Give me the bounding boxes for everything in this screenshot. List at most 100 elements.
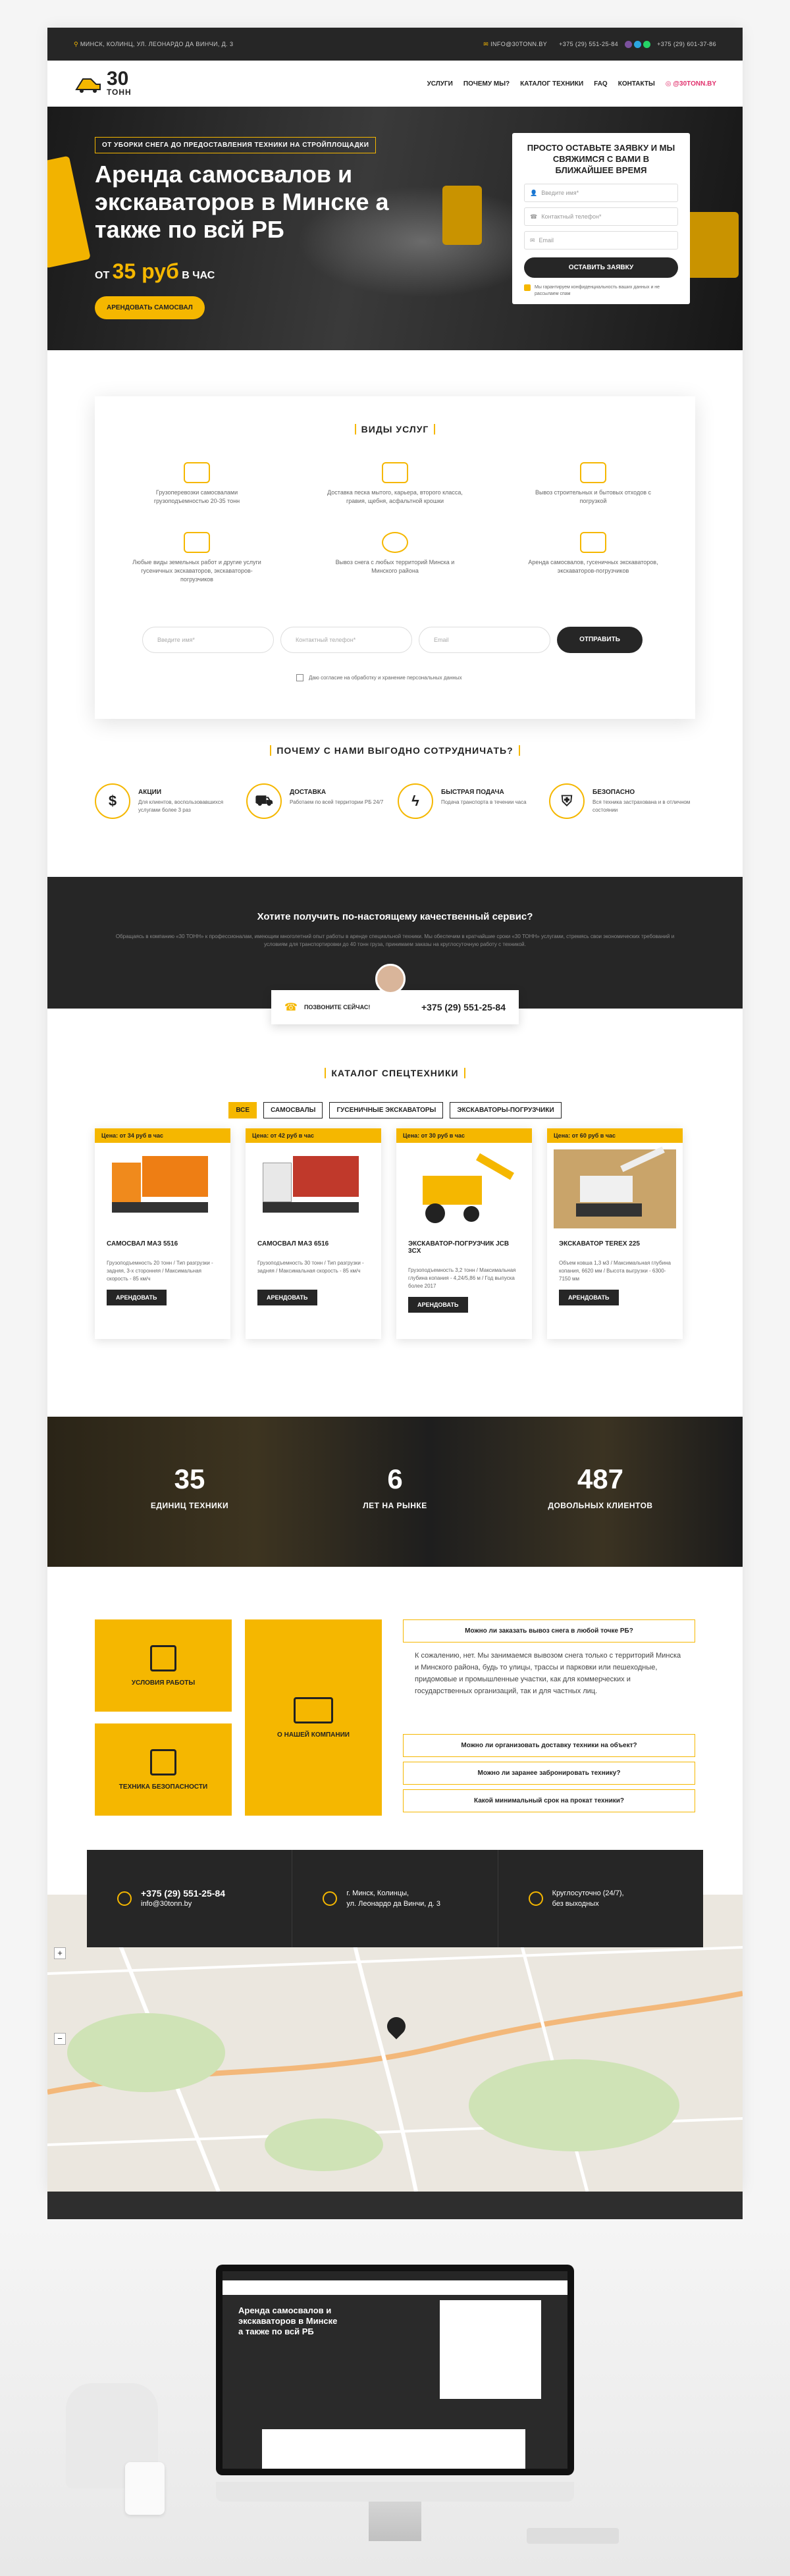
landing-page: ⚲ МИНСК, КОЛИНЦ, УЛ. ЛЕОНАРДО ДА ВИНЧИ, … xyxy=(47,28,743,2192)
tab-crawler-excavators[interactable]: ГУСЕНИЧНЫЕ ЭКСКАВАТОРЫ xyxy=(329,1102,444,1118)
monitor-frame: Аренда самосвалов и экскаваторов в Минск… xyxy=(216,2265,574,2475)
faq-question-open[interactable]: Можно ли заказать вывоз снега в любой то… xyxy=(403,1619,695,1643)
contact-address-line2: ул. Леонардо да Винчи, д. 3 xyxy=(346,1900,441,1908)
agree-label: Даю согласие на обработку и хранение пер… xyxy=(309,675,462,681)
rent-button[interactable]: АРЕНДОВАТЬ xyxy=(257,1290,317,1305)
call-now-label: ПОЗВОНИТЕ СЕЙЧАС! xyxy=(303,1004,371,1011)
contact-phone-number[interactable]: +375 (29) 551-25-84 xyxy=(141,1888,225,1899)
contact-hours-line2: без выходных xyxy=(552,1900,599,1908)
excavator-arm-image xyxy=(47,155,91,269)
contact-address-line1: г. Минск, Колинцы, xyxy=(346,1889,409,1897)
waste-truck-icon xyxy=(580,462,606,483)
contact-address: г. Минск, Колинцы, ул. Леонардо да Винчи,… xyxy=(292,1850,498,1947)
safety-tile[interactable]: ТЕХНИКА БЕЗОПАСНОСТИ xyxy=(95,1723,232,1816)
why-item: $ АКЦИИ Для клиентов, воспользовавшихся ус… xyxy=(95,783,246,819)
price-from: ОТ xyxy=(95,270,110,281)
faq-question[interactable]: Можно ли организовать доставку техники н… xyxy=(403,1734,695,1757)
rent-truck-button[interactable]: АРЕНДОВАТЬ САМОСВАЛ xyxy=(95,296,205,319)
faq-question[interactable]: Какой минимальный срок на прокат техники… xyxy=(403,1789,695,1812)
faq-question-text: Какой минимальный срок на прокат техники… xyxy=(473,1797,625,1804)
tab-all[interactable]: ВСЕ xyxy=(228,1102,257,1118)
clipboard-icon xyxy=(150,1644,176,1671)
bolt-icon: ϟ xyxy=(398,783,433,819)
phone-icon: ☎ xyxy=(284,1002,298,1013)
monitor-screen: Аренда самосвалов и экскаваторов в Минск… xyxy=(223,2271,567,2469)
user-icon: 👤 xyxy=(530,189,538,196)
menu-why[interactable]: ПОЧЕМУ МЫ? xyxy=(463,80,510,88)
why-item: ⛨ БЕЗОПАСНО Вся техника застрахована и в о… xyxy=(549,783,700,819)
shield-icon: ⛨ xyxy=(549,783,585,819)
form-phone-input[interactable]: ☎ Контактный телефон* xyxy=(524,207,678,226)
service-text: Любые виды земельных работ и другие услу… xyxy=(132,559,261,583)
truck-icon: ⛟ xyxy=(246,783,282,819)
form-email-input[interactable]: ✉ Email xyxy=(524,231,678,250)
rent-button[interactable]: АРЕНДОВАТЬ xyxy=(559,1290,619,1305)
logo[interactable]: 30 ТОНН xyxy=(74,69,132,97)
call-now-phone[interactable]: +375 (29) 551-25-84 xyxy=(421,1002,506,1012)
form-consent: Мы гарантируем конфиденциальность ваших … xyxy=(535,285,660,296)
product-name: САМОСВАЛ МАЗ 6516 xyxy=(257,1240,329,1248)
work-conditions-tile[interactable]: УСЛОВИЯ РАБОТЫ xyxy=(95,1619,232,1712)
hero-tag: ОТ УБОРКИ СНЕГА ДО ПРЕДОСТАВЛЕНИЯ ТЕХНИК… xyxy=(95,137,377,153)
hero-price: ОТ 35 руб В ЧАС xyxy=(95,259,215,284)
whatsapp-icon[interactable] xyxy=(643,40,651,48)
menu-catalog[interactable]: КАТАЛОГ ТЕХНИКИ xyxy=(520,80,583,88)
product-desc: Объем ковша 1,3 м3 / Максимальная глубин… xyxy=(559,1260,671,1282)
faq-question[interactable]: Можно ли заранее забронировать технику? xyxy=(403,1762,695,1785)
services-phone-input[interactable]: Контактный телефон* xyxy=(280,627,412,653)
services-email-input[interactable]: Email xyxy=(419,627,550,653)
form-name-placeholder: Введите имя* xyxy=(541,190,579,196)
faq-question-text: Можно ли заказать вывоз снега в любой то… xyxy=(465,1627,633,1635)
agree-checkbox[interactable] xyxy=(296,674,303,681)
rent-button[interactable]: АРЕНДОВАТЬ xyxy=(408,1297,468,1313)
top-email[interactable]: INFO@30TONN.BY xyxy=(490,41,547,47)
service-item: Аренда самосвалов, гусеничных экскаватор… xyxy=(524,532,662,575)
send-button[interactable]: ОТПРАВИТЬ xyxy=(557,627,643,653)
menu-contacts[interactable]: КОНТАКТЫ xyxy=(618,80,655,88)
product-name: ЭКСКАВАТОР-ПОГРУЗЧИК JCB 3CX xyxy=(408,1240,510,1255)
services-title: ВИДЫ УСЛУГ xyxy=(95,424,695,434)
stat-number: 6 xyxy=(387,1463,403,1494)
tab-dump-trucks[interactable]: САМОСВАЛЫ xyxy=(263,1102,323,1118)
dollar-icon: $ xyxy=(95,783,130,819)
speaker-decor xyxy=(125,2462,165,2515)
price-unit: В ЧАС xyxy=(182,270,215,281)
submit-request-button[interactable]: ОСТАВИТЬ ЗАЯВКУ xyxy=(524,257,678,278)
top-phone-2[interactable]: +375 (29) 601-37-86 xyxy=(657,41,716,47)
product-name: ЭКСКАВАТОР TEREX 225 xyxy=(559,1240,640,1248)
call-now-box: ☎ ПОЗВОНИТЕ СЕЙЧАС! +375 (29) 551-25-84 xyxy=(271,990,519,1024)
instagram-link[interactable]: ◎ @30TONN.BY xyxy=(666,80,716,88)
stat-number: 35 xyxy=(174,1463,205,1494)
top-phone-1[interactable]: +375 (29) 551-25-84 xyxy=(559,41,618,47)
location-icon: ⚲ xyxy=(74,40,78,47)
top-address: МИНСК, КОЛИНЦ, УЛ. ЛЕОНАРДО ДА ВИНЧИ, Д.… xyxy=(80,41,234,47)
service-text: Вывоз строительных и бытовых отходов с п… xyxy=(535,489,652,504)
why-title: ПОЧЕМУ С НАМИ ВЫГОДНО СОТРУДНИЧАТЬ? xyxy=(47,745,743,756)
menu-services[interactable]: УСЛУГИ xyxy=(427,80,453,88)
contacts-bar: +375 (29) 551-25-84 info@30tonn.by г. Мин… xyxy=(87,1850,703,1947)
tile-label: О НАШЕЙ КОМПАНИИ xyxy=(277,1731,350,1739)
form-name-input[interactable]: 👤 Введите имя* xyxy=(524,184,678,202)
product-price: Цена: от 60 руб в час xyxy=(547,1128,683,1143)
telegram-icon[interactable] xyxy=(634,40,642,48)
tab-backhoe-loaders[interactable]: ЭКСКАВАТОРЫ-ПОГРУЗЧИКИ xyxy=(450,1102,562,1118)
service-text: Грузоперевозки самосвалами грузоподъемно… xyxy=(153,489,240,504)
footer xyxy=(47,2192,743,2219)
services-name-input[interactable]: Введите имя* xyxy=(142,627,274,653)
zoom-out-button[interactable]: − xyxy=(54,2033,66,2045)
why-item-title: ДОСТАВКА xyxy=(290,789,327,796)
zoom-in-button[interactable]: + xyxy=(54,1947,66,1959)
main-nav: 30 ТОНН УСЛУГИ ПОЧЕМУ МЫ? КАТАЛОГ ТЕХНИКИ… xyxy=(47,61,743,107)
menu-faq[interactable]: FAQ xyxy=(594,80,608,88)
hero-title: Аренда самосвалов и экскаваторов в Минск… xyxy=(95,161,389,243)
hero: ОТ УБОРКИ СНЕГА ДО ПРЕДОСТАВЛЕНИЯ ТЕХНИК… xyxy=(47,107,743,350)
product-image xyxy=(554,1146,676,1228)
contact-email[interactable]: info@30tonn.by xyxy=(141,1899,225,1909)
quality-title: Хотите получить по-настоящему качественн… xyxy=(257,911,533,922)
product-card: Цена: от 34 руб в час САМОСВАЛ МАЗ 5516 … xyxy=(95,1128,230,1339)
why-item-desc: Подача транспорта в течении часа xyxy=(441,799,527,805)
viber-icon[interactable] xyxy=(625,40,633,48)
rent-button[interactable]: АРЕНДОВАТЬ xyxy=(107,1290,167,1305)
why-item-desc: Работаем по всей территории РБ 24/7 xyxy=(290,799,384,805)
about-company-tile[interactable]: О НАШЕЙ КОМПАНИИ xyxy=(245,1619,382,1816)
